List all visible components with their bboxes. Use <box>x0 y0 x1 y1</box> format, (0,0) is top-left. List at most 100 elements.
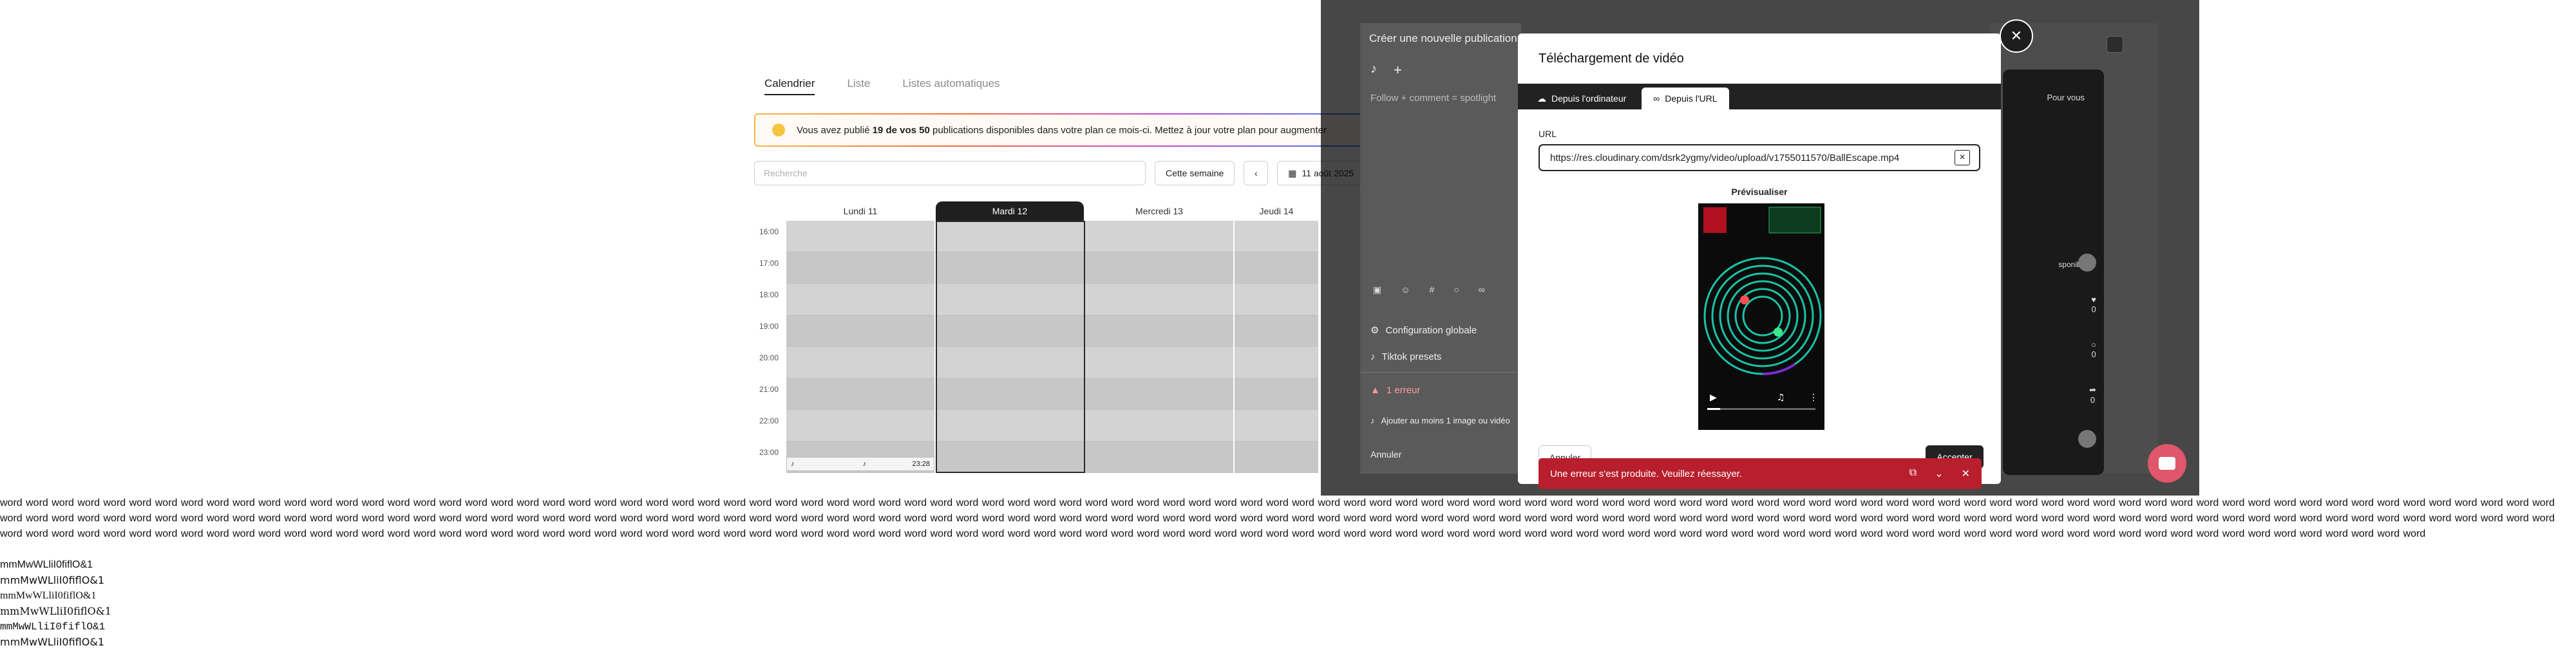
preview-label: Prévisualiser <box>1731 187 1788 197</box>
time-slot[interactable] <box>786 221 934 252</box>
time-slot[interactable] <box>1085 441 1233 473</box>
warning-icon: ▲ <box>1370 385 1380 396</box>
close-icon[interactable]: ✕ <box>1962 467 1970 480</box>
desktop-view-icon[interactable] <box>2127 36 2143 51</box>
time-slot[interactable] <box>786 315 934 347</box>
glyph-line: mmMwWLliI0fiflO&1 <box>0 605 112 617</box>
mobile-view-icon[interactable] <box>2107 36 2123 53</box>
scheduled-post[interactable]: ♪ ♪ 23:28 <box>786 457 934 471</box>
tab-list[interactable]: Liste <box>847 77 870 95</box>
url-input[interactable] <box>1549 151 1955 164</box>
tiktok-icon[interactable]: ♪ <box>1370 62 1377 77</box>
clear-url-button[interactable]: × <box>1955 150 1970 165</box>
copy-icon[interactable]: ⧉ <box>1909 467 1917 480</box>
share-icon: ➦ 0 <box>2089 385 2096 405</box>
error-toast: Une erreur s'est produite. Veuillez rées… <box>1539 458 1982 489</box>
tab-auto-lists[interactable]: Listes automatiques <box>902 77 999 95</box>
hashtag-icon[interactable]: # <box>1430 284 1435 295</box>
time-slot[interactable] <box>786 284 934 315</box>
time-slot[interactable] <box>1235 221 1318 252</box>
tab-from-url-label: Depuis l'URL <box>1665 93 1718 104</box>
hour-label: 17:00 <box>759 259 779 268</box>
svg-text:▶: ▶ <box>1710 393 1717 403</box>
calendar-toolbar: Cette semaine ‹ ▦ 11 août 2025 <box>754 160 1365 186</box>
tab-from-computer-label: Depuis l'ordinateur <box>1551 93 1627 104</box>
link-icon[interactable]: ∞ <box>1479 284 1485 295</box>
like-count: 0 <box>2091 304 2096 314</box>
close-modal-button[interactable]: ✕ <box>2000 19 2033 53</box>
time-slot[interactable] <box>1235 441 1318 473</box>
plan-usage-banner: Vous avez publié 19 de vos 50 publicatio… <box>754 113 1372 147</box>
composer-cancel-button[interactable]: Annuler <box>1370 449 1401 460</box>
tab-calendar[interactable]: Calendrier <box>764 77 815 95</box>
hour-label: 20:00 <box>759 353 779 362</box>
banner-count: 19 de vos 50 <box>872 124 930 136</box>
time-slot[interactable] <box>1085 315 1233 347</box>
error-count[interactable]: ▲ 1 erreur <box>1370 385 1420 396</box>
emoji-icon[interactable]: ☺ <box>1401 284 1410 295</box>
event-time: 23:28 <box>912 460 930 468</box>
previous-week-button[interactable]: ‹ <box>1244 161 1269 185</box>
url-field: × <box>1539 144 1980 171</box>
post-description[interactable]: Follow + comment = spotlight <box>1370 93 1496 104</box>
word-filler-text: word word word word word word word word … <box>0 497 2555 539</box>
global-config-label: Configuration globale <box>1385 324 1477 336</box>
time-slot[interactable] <box>1085 252 1233 284</box>
hour-label: 18:00 <box>759 290 779 299</box>
gear-icon: ⚙ <box>1370 325 1379 336</box>
chevron-down-icon[interactable]: ⌄ <box>1935 467 1943 480</box>
video-upload-modal: Téléchargement de vidéo ☁ Depuis l'ordin… <box>1518 33 2001 484</box>
avatar <box>2078 254 2096 272</box>
chat-button[interactable] <box>2148 444 2186 483</box>
hour-label: 19:00 <box>759 322 779 331</box>
error-count-label: 1 erreur <box>1386 385 1421 396</box>
time-slot[interactable] <box>786 252 934 284</box>
time-slot[interactable] <box>1235 410 1318 441</box>
plus-icon[interactable]: + <box>1394 62 1402 79</box>
day-header-today: Mardi 12 <box>936 201 1084 221</box>
time-slot[interactable] <box>1235 252 1318 284</box>
sound-disc-icon <box>2078 430 2096 448</box>
comment-count: 0 <box>2091 349 2096 359</box>
upload-cloud-icon: ☁ <box>1537 93 1546 104</box>
global-config-item[interactable]: ⚙ Configuration globale <box>1370 324 1477 337</box>
time-slot[interactable] <box>1235 347 1318 378</box>
time-slot[interactable] <box>1235 378 1318 410</box>
tab-from-computer[interactable]: ☁ Depuis l'ordinateur <box>1526 88 1638 109</box>
time-slot[interactable] <box>1085 410 1233 441</box>
comment-icon: ○ 0 <box>2091 340 2096 359</box>
glyph-line: mmMwWLliI0fiflO&1 <box>0 621 106 633</box>
time-slot[interactable] <box>786 347 934 378</box>
glyph-line: mmMwWLliI0fiflO&1 <box>0 590 97 601</box>
url-label: URL <box>1539 129 1557 139</box>
time-slot[interactable] <box>1235 284 1318 315</box>
day-header: Jeudi 14 <box>1259 206 1294 216</box>
video-frame: ▶ ♫ ⋮ <box>1698 203 1824 430</box>
day-header: Lundi 11 <box>843 206 878 216</box>
toast-message: Une erreur s'est produite. Veuillez rées… <box>1550 468 1743 479</box>
time-slot[interactable] <box>786 378 934 410</box>
this-week-button[interactable]: Cette semaine <box>1155 161 1235 185</box>
video-preview[interactable]: ▶ ♫ ⋮ <box>1698 203 1824 430</box>
search-input[interactable] <box>754 161 1146 185</box>
time-slot[interactable] <box>1085 378 1233 410</box>
chevron-left-icon: ‹ <box>1254 168 1258 178</box>
tab-from-url[interactable]: ∞ Depuis l'URL <box>1642 88 1729 109</box>
tiktok-icon: ♪ <box>1370 416 1375 425</box>
time-slot[interactable] <box>1085 347 1233 378</box>
time-slot[interactable] <box>1085 284 1233 315</box>
tiktok-icon: ♪ <box>862 460 867 468</box>
time-slot[interactable] <box>1235 315 1318 347</box>
media-icon[interactable]: ▣ <box>1373 284 1381 295</box>
time-slot[interactable] <box>1085 221 1233 252</box>
composer-title: Créer une nouvelle publication <box>1369 32 1517 44</box>
upload-source-tabs: ☁ Depuis l'ordinateur ∞ Depuis l'URL <box>1518 84 2001 109</box>
banner-suffix: publications disponibles dans votre plan… <box>929 124 1327 136</box>
create-post-panel: Créer une nouvelle publication ♪ + Follo… <box>1360 23 1521 474</box>
modal-title: Téléchargement de vidéo <box>1539 51 1684 66</box>
calendar-tabs: Calendrier Liste Listes automatiques <box>764 77 1000 95</box>
time-slot[interactable] <box>786 410 934 441</box>
svg-text:⋮: ⋮ <box>1809 393 1818 403</box>
tiktok-presets-item[interactable]: ♪ Tiktok presets <box>1370 351 1441 362</box>
comment-icon[interactable]: ○ <box>1454 284 1459 295</box>
